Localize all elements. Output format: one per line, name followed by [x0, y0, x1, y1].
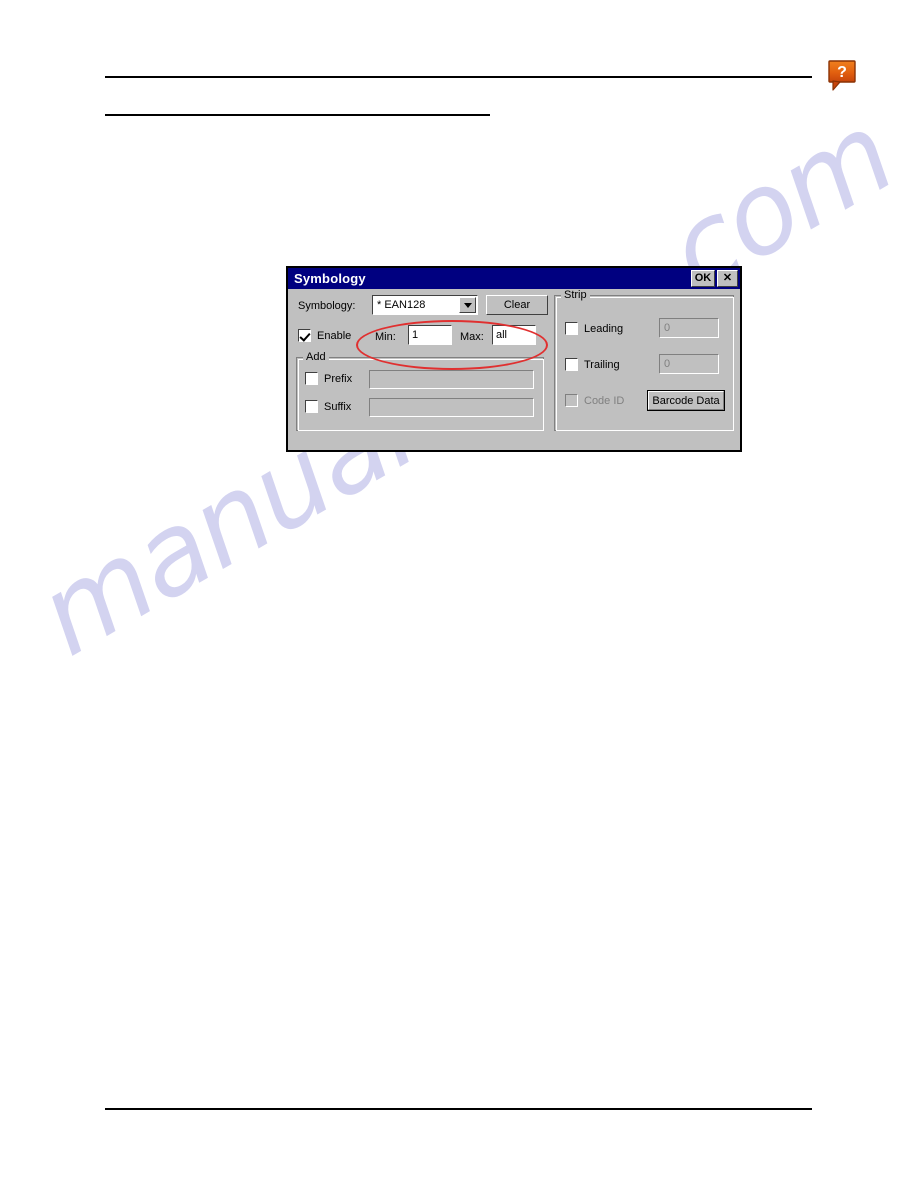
trailing-checkbox[interactable]	[565, 358, 578, 371]
dialog-title-bar[interactable]: Symbology OK ✕	[288, 268, 740, 289]
header-rule-secondary	[105, 114, 490, 116]
barcode-data-button-label: Barcode Data	[648, 391, 724, 410]
header-rule-main	[105, 76, 812, 78]
symbology-select[interactable]: * EAN128	[372, 295, 478, 315]
dialog-body: Symbology: * EAN128 Clear Enable Min: 1 …	[288, 289, 740, 450]
trailing-checkbox-row[interactable]: Trailing	[565, 358, 620, 371]
min-input[interactable]: 1	[408, 325, 452, 345]
code-id-checkbox	[565, 394, 578, 407]
help-question-icon[interactable]: ?	[828, 60, 858, 92]
min-label: Min:	[375, 331, 396, 343]
clear-button-label: Clear	[503, 299, 531, 311]
suffix-input[interactable]	[369, 398, 534, 417]
add-group-legend: Add	[303, 351, 329, 363]
leading-input[interactable]: 0	[659, 318, 719, 338]
max-input[interactable]: all	[492, 325, 536, 345]
trailing-input[interactable]: 0	[659, 354, 719, 374]
symbology-select-value: * EAN128	[377, 299, 426, 311]
suffix-label: Suffix	[324, 400, 352, 413]
enable-checkbox-row[interactable]: Enable	[298, 329, 351, 342]
prefix-label: Prefix	[324, 372, 353, 385]
enable-label: Enable	[317, 329, 352, 342]
ok-button[interactable]: OK	[691, 270, 715, 287]
prefix-checkbox-row[interactable]: Prefix	[305, 372, 352, 385]
barcode-data-button[interactable]: Barcode Data	[647, 390, 725, 411]
strip-group-box: Strip Leading 0 Trailing 0 Code ID Barco…	[554, 289, 734, 431]
suffix-checkbox-row[interactable]: Suffix	[305, 400, 351, 413]
leading-label: Leading	[584, 322, 624, 335]
max-input-value: all	[496, 329, 508, 341]
code-id-checkbox-row: Code ID	[565, 394, 624, 407]
trailing-label: Trailing	[584, 358, 620, 371]
add-group-box: Add Prefix Suffix	[296, 351, 544, 431]
leading-checkbox[interactable]	[565, 322, 578, 335]
max-label: Max:	[460, 331, 484, 343]
trailing-input-value: 0	[664, 358, 671, 370]
leading-input-value: 0	[664, 322, 671, 334]
suffix-checkbox[interactable]	[305, 400, 318, 413]
strip-group-legend: Strip	[561, 289, 590, 301]
symbology-dialog: Symbology OK ✕ Symbology: * EAN128 Clear…	[286, 266, 742, 452]
prefix-input[interactable]	[369, 370, 534, 389]
prefix-checkbox[interactable]	[305, 372, 318, 385]
min-input-value: 1	[412, 329, 419, 341]
dialog-title-bar-buttons: OK ✕	[691, 270, 738, 287]
help-icon-glyph: ?	[837, 64, 847, 81]
leading-checkbox-row[interactable]: Leading	[565, 322, 623, 335]
code-id-label: Code ID	[584, 394, 625, 407]
chevron-down-icon[interactable]	[459, 297, 476, 313]
symbology-label: Symbology:	[298, 300, 356, 312]
close-button[interactable]: ✕	[717, 270, 738, 287]
enable-checkbox[interactable]	[298, 329, 311, 342]
clear-button[interactable]: Clear	[486, 295, 548, 315]
dialog-title: Symbology	[294, 271, 366, 286]
footer-rule	[105, 1108, 812, 1110]
